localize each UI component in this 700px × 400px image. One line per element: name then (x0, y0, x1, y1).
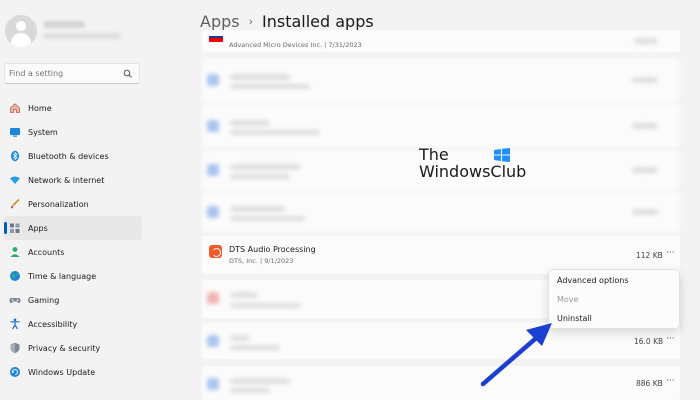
accessibility-icon (9, 318, 21, 330)
app-name: DTS Audio Processing (229, 245, 316, 254)
dts-app-icon (209, 245, 222, 258)
sidebar-item-system[interactable]: System (4, 120, 142, 144)
search-box[interactable] (4, 63, 140, 84)
app-row-amd[interactable]: Advanced Micro Devices Inc. | 7/31/2023 (202, 30, 680, 52)
sidebar-item-label: Home (28, 103, 52, 113)
more-options-button[interactable]: ··· (666, 248, 675, 258)
apps-icon (9, 222, 21, 234)
sidebar-item-label: System (28, 127, 58, 137)
sidebar-item-accounts[interactable]: Accounts (4, 240, 142, 264)
sidebar-item-label: Windows Update (28, 367, 96, 377)
app-size: 112 KB (636, 251, 663, 260)
sidebar-item-network[interactable]: Network & internet (4, 168, 142, 192)
update-icon (9, 366, 21, 378)
more-options-button[interactable]: ··· (666, 376, 675, 386)
sidebar-item-label: Gaming (28, 295, 60, 305)
wifi-icon (9, 174, 21, 186)
uninstall-menu-item[interactable]: Uninstall (557, 314, 592, 323)
sidebar-item-label: Network & internet (28, 175, 105, 185)
breadcrumb-apps-link[interactable]: Apps (200, 12, 240, 31)
app-context-menu: Advanced options Move Uninstall (548, 269, 680, 329)
page-title: Installed apps (262, 12, 374, 31)
system-icon (9, 126, 21, 138)
sidebar-item-bluetooth[interactable]: Bluetooth & devices (4, 144, 142, 168)
search-icon[interactable] (123, 69, 133, 79)
sidebar-item-privacy[interactable]: Privacy & security (4, 336, 142, 360)
gamepad-icon (9, 294, 21, 306)
search-input[interactable] (9, 66, 119, 81)
sidebar-item-personalization[interactable]: Personalization (4, 192, 142, 216)
app-size: 16.0 KB (634, 337, 664, 346)
app-row[interactable] (202, 58, 680, 102)
watermark-line2: WindowsClub (419, 162, 527, 181)
sidebar-item-label: Bluetooth & devices (28, 151, 109, 161)
app-size-blurred (634, 38, 658, 44)
sidebar-item-time-language[interactable]: Time & language (4, 264, 142, 288)
home-icon (9, 102, 21, 114)
windows-logo-icon (494, 148, 510, 162)
sidebar-item-label: Apps (28, 223, 48, 233)
sidebar-item-label: Accessibility (28, 319, 78, 329)
watermark-line1: The (419, 145, 449, 164)
sidebar-item-home[interactable]: Home (4, 96, 142, 120)
amd-logo-icon (209, 36, 223, 42)
app-row[interactable] (202, 104, 680, 148)
more-options-button[interactable]: ··· (666, 334, 675, 344)
sidebar-item-gaming[interactable]: Gaming (4, 288, 142, 312)
sidebar-item-apps[interactable]: Apps (4, 216, 142, 240)
app-size: 886 KB (636, 379, 663, 388)
breadcrumb-separator: › (248, 15, 253, 28)
advanced-options-menu-item[interactable]: Advanced options (557, 276, 629, 285)
sidebar-item-label: Time & language (28, 271, 97, 281)
nav-list: Home System Bluetooth & devices Network … (4, 96, 142, 384)
user-profile[interactable] (5, 14, 145, 50)
sidebar-item-windows-update[interactable]: Windows Update (4, 360, 142, 384)
watermark: The WindowsClub (419, 147, 526, 181)
sidebar-item-label: Privacy & security (28, 343, 101, 353)
sidebar: Home System Bluetooth & devices Network … (0, 0, 150, 400)
person-icon (9, 246, 21, 258)
app-row[interactable] (202, 192, 680, 232)
app-publisher-date: DTS, Inc. | 9/1/2023 (229, 257, 294, 265)
app-publisher-date: Advanced Micro Devices Inc. | 7/31/2023 (229, 41, 362, 49)
sidebar-item-accessibility[interactable]: Accessibility (4, 312, 142, 336)
avatar (5, 15, 37, 47)
user-email-blurred (43, 33, 121, 39)
user-name-blurred (43, 21, 85, 28)
brush-icon (9, 198, 21, 210)
sidebar-item-label: Accounts (28, 247, 65, 257)
move-menu-item: Move (557, 295, 579, 304)
sidebar-item-label: Personalization (28, 199, 89, 209)
shield-icon (9, 342, 21, 354)
breadcrumb: Apps › Installed apps (200, 12, 374, 31)
globe-icon (9, 270, 21, 282)
app-row[interactable]: 886 KB ··· (202, 366, 680, 400)
bluetooth-icon (9, 150, 21, 162)
annotation-arrow-icon (480, 323, 552, 387)
